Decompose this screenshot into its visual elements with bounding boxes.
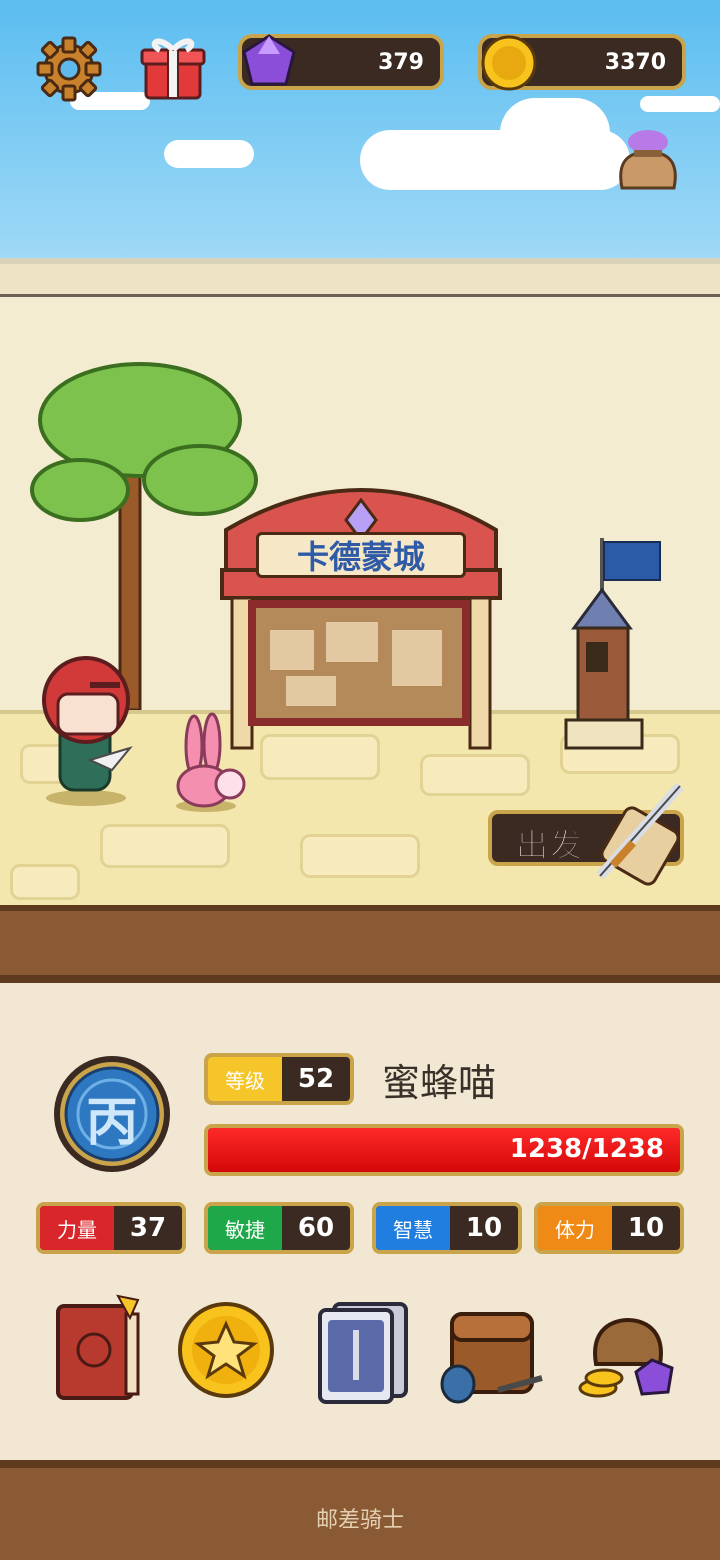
stat-agility: 敏捷 60 <box>204 1202 354 1254</box>
pet-bunny <box>176 712 246 812</box>
level-badge: 等级 52 <box>204 1053 354 1105</box>
coin-counter[interactable]: 3370 <box>478 34 686 91</box>
rank-badge: 丙 <box>50 1052 174 1176</box>
stat-value: 10 <box>465 1213 503 1243</box>
hp-text: 1238/1238 <box>509 1134 664 1164</box>
coin-icon <box>481 35 537 91</box>
town-sign: 卡德蒙城 <box>256 532 466 578</box>
depart-button[interactable]: 出发 <box>488 782 684 886</box>
stat-value: 10 <box>627 1213 665 1243</box>
app-name: 邮差骑士 <box>315 1508 404 1533</box>
coin-amount: 3370 <box>604 49 666 75</box>
skill-cards-icon[interactable] <box>310 1294 420 1406</box>
rank-glyph: 丙 <box>85 1093 138 1153</box>
gem-amount: 379 <box>378 49 424 75</box>
stat-value: 60 <box>297 1213 335 1243</box>
hero-character <box>42 656 133 806</box>
treasure-bag-icon[interactable] <box>612 118 684 202</box>
treasure-bag-icon[interactable] <box>576 1294 686 1406</box>
stat-wisdom: 智慧 10 <box>372 1202 522 1254</box>
sword-scroll-icon <box>596 782 684 886</box>
hero-book-icon[interactable] <box>48 1294 158 1406</box>
flag-tower-icon <box>564 538 661 750</box>
stat-label: 敏捷 <box>208 1206 282 1250</box>
character-name: 蜜蜂喵 <box>382 1061 497 1105</box>
depart-label: 出发 <box>515 826 585 865</box>
stat-label: 体力 <box>538 1206 612 1250</box>
gem-counter[interactable]: 379 <box>238 34 444 90</box>
cliff-edge <box>0 905 720 983</box>
settings-gear-icon[interactable] <box>34 34 104 104</box>
stat-strength: 力量 37 <box>36 1202 186 1254</box>
level-label: 等级 <box>208 1057 282 1101</box>
inventory-chest-icon[interactable] <box>438 1294 548 1406</box>
star-coin-icon[interactable] <box>174 1294 284 1406</box>
gem-icon <box>242 34 296 86</box>
stat-value: 37 <box>129 1213 167 1243</box>
stat-label: 智慧 <box>376 1206 450 1250</box>
level-value: 52 <box>297 1064 335 1094</box>
gift-box-icon[interactable] <box>138 30 208 102</box>
stat-label: 力量 <box>40 1206 114 1250</box>
stat-stamina: 体力 10 <box>534 1202 684 1254</box>
hp-bar: 1238/1238 <box>204 1124 684 1176</box>
